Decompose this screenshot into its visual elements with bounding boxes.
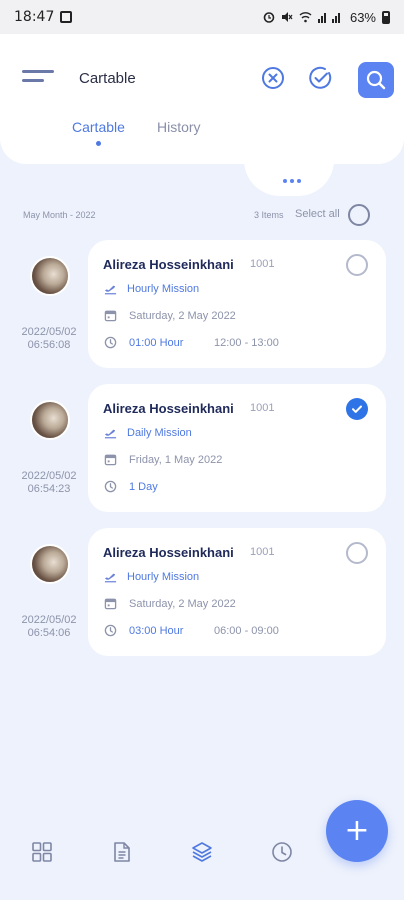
select-all-label[interactable]: Select all xyxy=(295,208,340,220)
item-checkbox[interactable] xyxy=(346,398,368,420)
mission-type: Hourly Mission xyxy=(127,283,200,295)
item-checkbox[interactable] xyxy=(346,542,368,564)
submitted-datetime: 2022/05/02 06:54:23 xyxy=(14,470,84,496)
mission-type: Daily Mission xyxy=(127,427,192,439)
request-card[interactable]: Alireza Hosseinkhani 1001 Hourly Mission… xyxy=(88,240,386,368)
period-label: May Month - 2022 xyxy=(23,210,96,220)
submitted-date: 2022/05/02 xyxy=(21,326,77,338)
requester-name: Alireza Hosseinkhani xyxy=(103,545,234,560)
document-icon[interactable] xyxy=(111,841,133,863)
tab-history[interactable]: History xyxy=(157,119,201,135)
add-request-button[interactable]: + xyxy=(326,800,388,862)
submitted-date: 2022/05/02 xyxy=(21,614,77,626)
avatar xyxy=(30,256,70,296)
mission-duration: 01:00 Hour xyxy=(129,337,184,349)
plus-icon: + xyxy=(344,813,370,848)
status-icons: 63% xyxy=(263,10,390,25)
submitted-date: 2022/05/02 xyxy=(21,470,77,482)
active-tab-indicator xyxy=(96,141,101,146)
clock-icon xyxy=(104,480,117,493)
mission-date: Saturday, 2 May 2022 xyxy=(129,310,236,322)
battery-percent: 63% xyxy=(349,9,376,25)
mission-duration: 03:00 Hour xyxy=(129,625,184,637)
request-card[interactable]: Alireza Hosseinkhani 1001 Hourly Mission… xyxy=(88,528,386,656)
select-all-checkbox[interactable] xyxy=(348,204,370,226)
history-clock-icon[interactable] xyxy=(271,841,293,863)
avatar xyxy=(30,544,70,584)
avatar xyxy=(30,400,70,440)
plane-icon xyxy=(104,573,117,583)
search-icon xyxy=(366,70,386,90)
items-count: 3 Items xyxy=(254,210,284,220)
requester-name: Alireza Hosseinkhani xyxy=(103,401,234,416)
wifi-icon xyxy=(299,12,312,23)
status-bar: 18:47 63% xyxy=(0,0,404,34)
request-card[interactable]: Alireza Hosseinkhani 1001 Daily Mission … xyxy=(88,384,386,512)
mute-icon xyxy=(281,12,293,22)
requester-code: 1001 xyxy=(250,258,275,270)
mission-time-range: 12:00 - 13:00 xyxy=(214,337,279,349)
submitted-time: 06:56:08 xyxy=(27,339,71,351)
tab-cartable[interactable]: Cartable xyxy=(72,119,125,135)
status-time: 18:47 xyxy=(14,9,55,25)
mission-type: Hourly Mission xyxy=(127,571,200,583)
alarm-icon xyxy=(263,12,275,23)
calendar-icon xyxy=(104,454,117,466)
clock-icon xyxy=(104,336,117,349)
plane-icon xyxy=(104,285,117,295)
requester-name: Alireza Hosseinkhani xyxy=(103,257,234,272)
clock-icon xyxy=(104,624,117,637)
submitted-datetime: 2022/05/02 06:56:08 xyxy=(14,326,84,352)
mission-time-range: 06:00 - 09:00 xyxy=(214,625,279,637)
plane-icon xyxy=(104,429,117,439)
calendar-icon xyxy=(104,598,117,610)
mission-date: Friday, 1 May 2022 xyxy=(129,454,223,466)
more-icon[interactable] xyxy=(281,178,303,184)
header xyxy=(0,34,404,164)
mission-duration: 1 Day xyxy=(129,481,158,493)
submitted-datetime: 2022/05/02 06:54:06 xyxy=(14,614,84,640)
battery-icon xyxy=(382,10,390,24)
item-checkbox[interactable] xyxy=(346,254,368,276)
calendar-icon xyxy=(104,310,117,322)
layers-icon[interactable] xyxy=(191,841,213,863)
gallery-icon xyxy=(60,11,73,23)
search-button[interactable] xyxy=(358,62,394,98)
cancel-icon[interactable] xyxy=(259,64,287,92)
submitted-time: 06:54:23 xyxy=(27,483,71,495)
menu-icon[interactable] xyxy=(22,70,56,86)
submitted-time: 06:54:06 xyxy=(27,627,71,639)
mission-date: Saturday, 2 May 2022 xyxy=(129,598,236,610)
check-icon xyxy=(352,405,362,413)
dashboard-icon[interactable] xyxy=(31,841,53,863)
requester-code: 1001 xyxy=(250,402,275,414)
approve-icon[interactable] xyxy=(306,64,334,92)
requester-code: 1001 xyxy=(250,546,275,558)
page-title: Cartable xyxy=(79,70,136,87)
signal-icon xyxy=(317,13,340,23)
